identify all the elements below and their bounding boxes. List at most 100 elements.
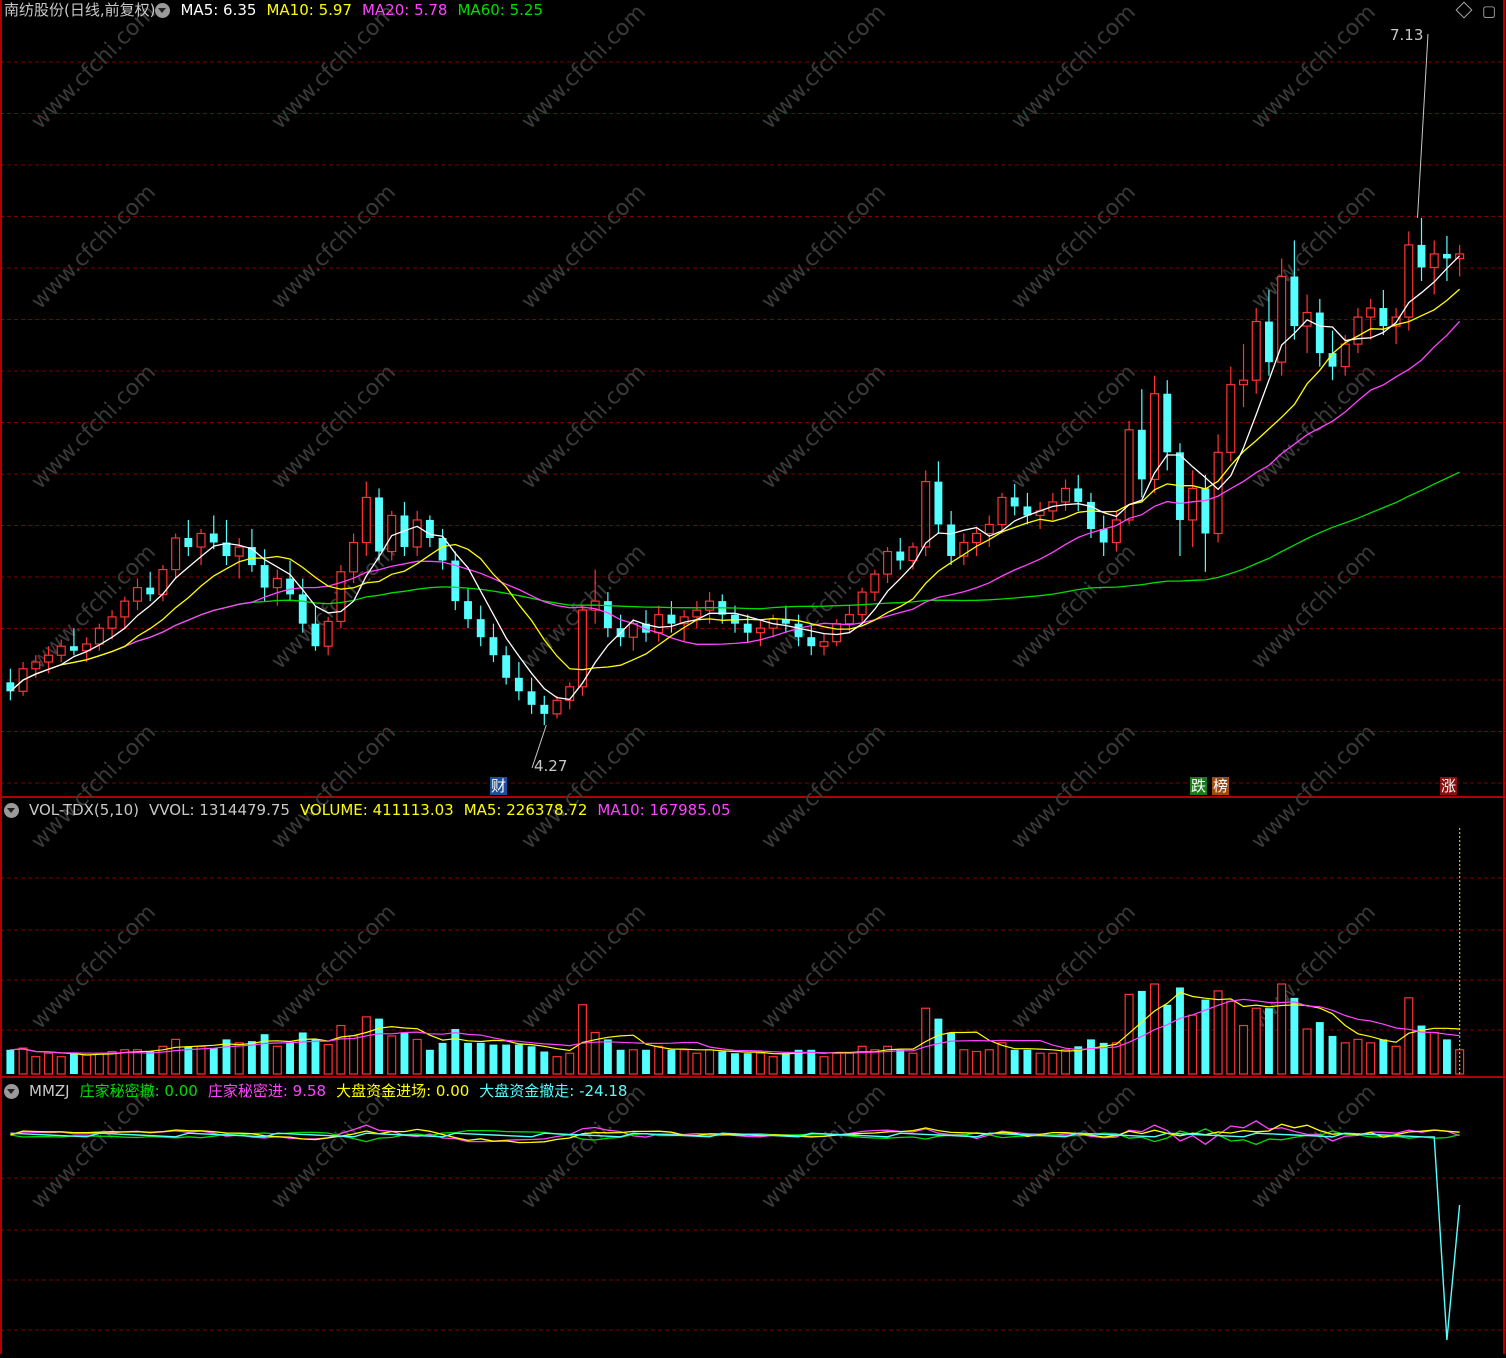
chevron-down-icon[interactable] xyxy=(155,2,171,18)
candle-body-up xyxy=(1251,320,1261,381)
rise-badge[interactable]: 涨 xyxy=(1440,777,1458,795)
watermark-text: www.cfchi.com xyxy=(757,720,891,854)
volume-bar-up xyxy=(705,1049,715,1075)
watermark-text: www.cfchi.com xyxy=(27,540,161,674)
candle-body-up xyxy=(819,641,829,647)
dp-che-line xyxy=(10,1132,1461,1341)
candle-body-up xyxy=(56,645,66,656)
volume-bar-up xyxy=(1391,1045,1401,1075)
finance-badge[interactable]: 财 xyxy=(490,777,508,795)
volume-bar-up xyxy=(387,1035,397,1075)
candle-body-down xyxy=(667,614,676,624)
candle-body-up xyxy=(832,623,842,643)
volume-bar-up xyxy=(1277,983,1287,1075)
volume-bar-down xyxy=(375,1018,383,1074)
candle-body-down xyxy=(934,481,943,525)
volume-bar-up xyxy=(196,1045,206,1075)
candle-body-up xyxy=(361,496,371,544)
rank-badge[interactable]: 榜 xyxy=(1212,777,1230,795)
volume-bar-up xyxy=(1353,1038,1363,1075)
fall-badge[interactable]: 跌 xyxy=(1190,777,1208,795)
volume-bar-up xyxy=(1048,1052,1058,1075)
volume-bar-up xyxy=(819,1056,829,1075)
volume-bar-down xyxy=(1417,1025,1426,1074)
candle-body-up xyxy=(272,577,282,589)
candle-body-down xyxy=(502,655,511,678)
volume-bar-down xyxy=(260,1034,269,1074)
volume-bar-up xyxy=(1340,1042,1350,1075)
volume-bar-down xyxy=(502,1044,511,1074)
volume-bar-down xyxy=(451,1029,460,1074)
volume-bar-up xyxy=(844,1052,854,1075)
stock-chart[interactable]: www.cfchi.com www.cfchi.com www.cfchi.com w… xyxy=(0,0,1506,1354)
volume-bar-down xyxy=(807,1049,816,1074)
volume-bar-up xyxy=(577,1004,587,1075)
chevron-down-icon[interactable] xyxy=(4,802,19,818)
candle-body-up xyxy=(628,623,638,638)
volume-bar-up xyxy=(1035,1052,1045,1075)
candle-body-down xyxy=(1137,429,1146,480)
watermark-text: www.cfchi.com xyxy=(757,0,891,134)
volume-bar-down xyxy=(1442,1039,1451,1074)
volume-bar-up xyxy=(132,1049,143,1075)
volume-bar-up xyxy=(768,1056,778,1075)
candle-body-down xyxy=(476,619,485,638)
volume-bar-up xyxy=(56,1056,66,1075)
volume-bar-down xyxy=(718,1051,727,1074)
volume-bar-down xyxy=(540,1051,549,1074)
candle-body-up xyxy=(1429,253,1439,269)
candle-body-up xyxy=(1353,316,1363,345)
chevron-down-icon[interactable] xyxy=(4,1083,19,1099)
candle-body-up xyxy=(654,614,664,634)
mmzj-panel-header: MMZJ 庄家秘密撤: 0.00 庄家秘密进: 9.58 大盘资金进场: 0.0… xyxy=(4,1081,637,1101)
volume-bar-down xyxy=(1265,1008,1273,1074)
chart-canvas[interactable]: www.cfchi.com www.cfchi.com www.cfchi.com w… xyxy=(0,0,1506,1354)
zj-jin-value: 庄家秘密进: 9.58 xyxy=(207,1082,327,1100)
volume-bar-up xyxy=(565,1052,575,1075)
candle-body-up xyxy=(31,661,41,670)
volume-bar-up xyxy=(654,1045,664,1075)
volume-bar-up xyxy=(984,1049,994,1075)
volume-bar-down xyxy=(247,1041,256,1074)
volume-bar-down xyxy=(476,1042,485,1074)
candle-body-up xyxy=(984,523,994,535)
volume-bar-down xyxy=(527,1046,536,1074)
candle-body-up xyxy=(1149,393,1160,480)
watermark-text: www.cfchi.com xyxy=(1007,540,1141,674)
volume-bar-up xyxy=(1238,1024,1249,1075)
candle-body-down xyxy=(1290,276,1299,327)
watermark-text: www.cfchi.com xyxy=(1247,540,1381,674)
volume-bar-up xyxy=(972,1050,982,1075)
watermark-text: www.cfchi.com xyxy=(517,0,651,134)
volume-bar-up xyxy=(959,1049,969,1075)
candle-body-up xyxy=(972,532,982,544)
candle-body-down xyxy=(1163,393,1172,453)
candle-body-up xyxy=(1238,379,1249,386)
expand-icon[interactable]: ▢ xyxy=(1482,2,1496,20)
vol-ma10-value: MA10: 167985.05 xyxy=(597,801,731,819)
candle-body-down xyxy=(146,587,155,595)
vol-indicator-name[interactable]: VOL-TDX(5,10) xyxy=(29,800,139,820)
volume-bar-up xyxy=(679,1049,689,1075)
watermark-text: www.cfchi.com xyxy=(517,180,651,314)
candle-body-up xyxy=(565,686,575,701)
volume-bar-up xyxy=(552,1056,562,1075)
volume-bar-down xyxy=(1023,1049,1032,1074)
candle-body-down xyxy=(311,623,320,647)
candle-body-down xyxy=(1010,497,1019,507)
candle-body-down xyxy=(6,682,15,692)
stock-title[interactable]: 南纺股份(日线,前复权) xyxy=(4,0,155,20)
volume-bar-down xyxy=(69,1053,78,1074)
candle-body-up xyxy=(43,654,54,663)
candle-body-down xyxy=(1265,321,1273,363)
ma5-value: MA5: 6.35 xyxy=(180,1,257,19)
volume-bar-down xyxy=(438,1042,447,1074)
volume-bar-down xyxy=(896,1049,905,1074)
mmzj-indicator-name[interactable]: MMZJ xyxy=(29,1081,70,1101)
candle-body-up xyxy=(692,609,702,618)
watermark-text: www.cfchi.com xyxy=(267,720,401,854)
watermark-text: www.cfchi.com xyxy=(267,0,401,134)
ma20-line xyxy=(9,320,1461,692)
volume-bar-up xyxy=(1188,1014,1198,1075)
watermark-text: www.cfchi.com xyxy=(757,900,891,1034)
